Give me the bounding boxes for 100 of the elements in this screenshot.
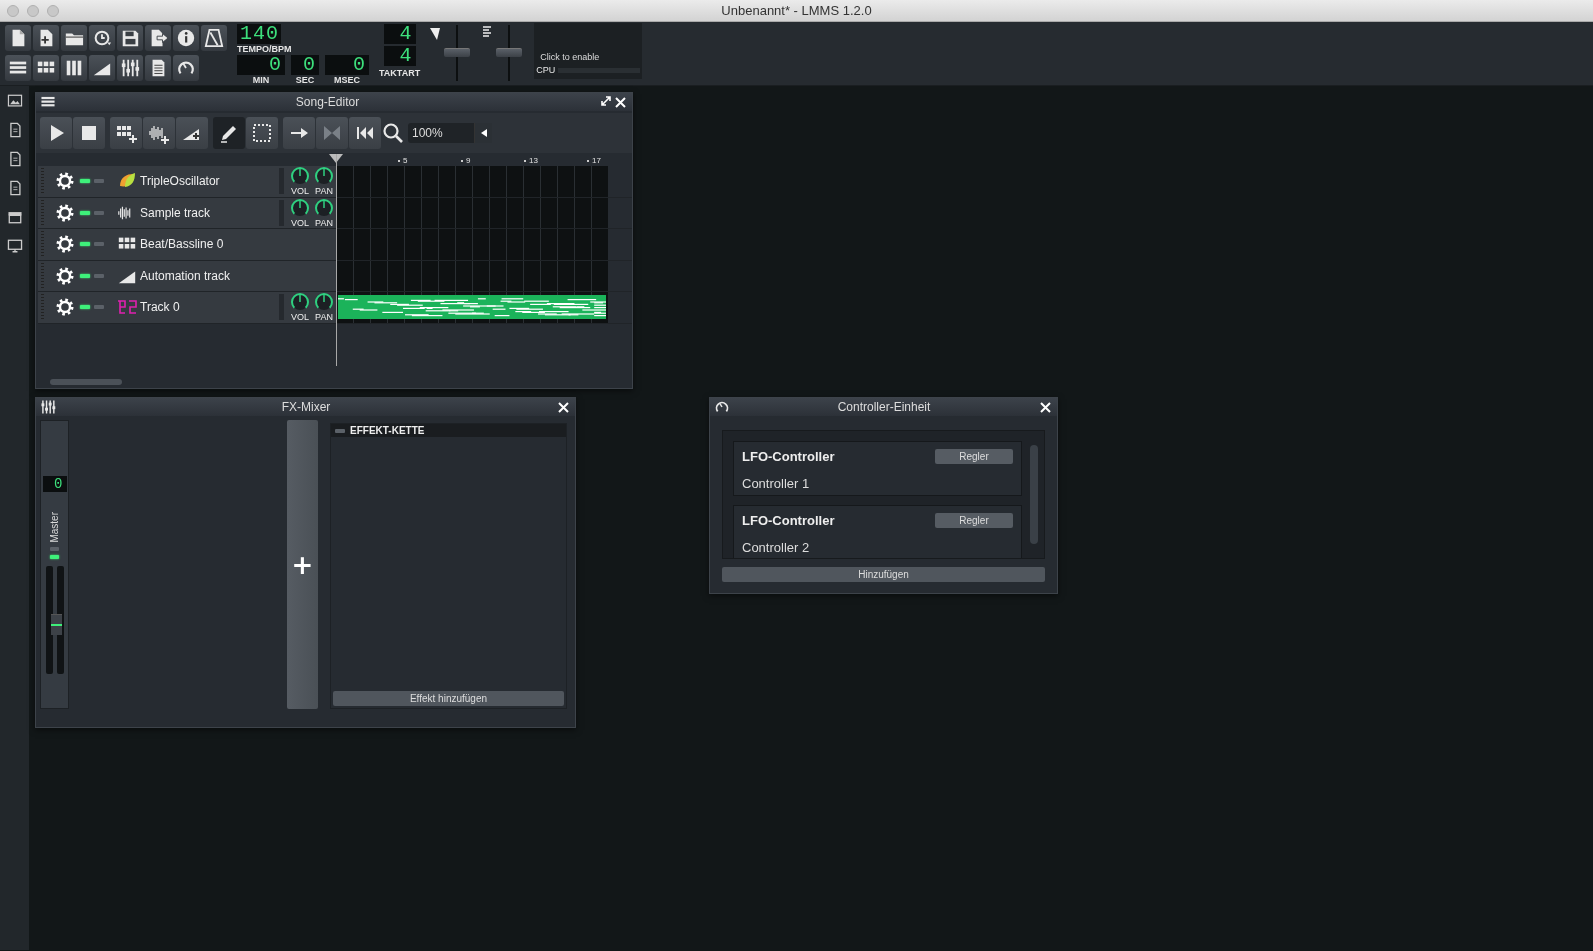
activity-indicator [279, 199, 284, 226]
knob[interactable] [314, 166, 334, 187]
save-button[interactable] [117, 25, 143, 51]
knob-label: VOL [291, 186, 309, 197]
controller-type: LFO-Controller [742, 513, 836, 530]
close-button[interactable] [1038, 399, 1053, 415]
bar-number: 9 [461, 156, 471, 166]
bar-number: 13 [524, 156, 538, 166]
add-controller-button[interactable]: Hinzufügen [722, 567, 1045, 582]
time-display: 0 [325, 55, 369, 75]
add-effect-button[interactable]: Effekt hinzufügen [333, 691, 564, 706]
track-name[interactable]: Sample track [140, 205, 279, 220]
pitch-icon [482, 25, 493, 39]
tempo-label: TEMPO/BPM [237, 44, 292, 54]
close-button[interactable] [613, 94, 628, 110]
song-editor-button[interactable] [5, 55, 31, 81]
play-button[interactable] [40, 117, 72, 149]
automation-editor-button[interactable] [89, 55, 115, 81]
recent-projects-button[interactable] [89, 25, 115, 51]
metronome-icon [204, 28, 224, 48]
save-icon [120, 28, 140, 48]
info-button[interactable] [173, 25, 199, 51]
knob[interactable] [314, 197, 334, 218]
export-button[interactable] [145, 25, 171, 51]
beat-editor-button[interactable] [33, 55, 59, 81]
selection-icon [251, 122, 273, 144]
close-button[interactable] [556, 399, 571, 415]
time-label: MSEC [334, 75, 360, 85]
mute-led[interactable] [80, 210, 90, 215]
knob-label: PAN [315, 217, 333, 228]
controller-type: LFO-Controller [742, 449, 836, 466]
time-signature-label: TAKTART [379, 68, 421, 78]
zoom-dropdown[interactable]: 100% [408, 123, 492, 143]
knob-label: VOL [291, 312, 309, 323]
search-icon [382, 122, 404, 144]
piano-roll-button[interactable] [61, 55, 87, 81]
effect-chain-led[interactable] [335, 428, 345, 433]
controller-rack-button[interactable] [173, 55, 199, 81]
pitch-slider[interactable] [496, 48, 523, 57]
fader-handle[interactable] [50, 613, 62, 635]
knob[interactable] [290, 197, 310, 218]
controller-name: Controller 2 [742, 540, 811, 557]
mute-led[interactable] [50, 554, 59, 559]
window-title: Controller-Einheit [837, 400, 931, 414]
close-icon [558, 401, 569, 413]
cpu-hint: Click to enable [539, 52, 601, 62]
cpu-meter[interactable]: Click to enable CPU [534, 23, 643, 79]
close-icon [615, 96, 626, 108]
mute-led[interactable] [80, 179, 90, 184]
effect-chain-title: EFFEKT-KETTE [350, 425, 425, 436]
time-signature-display: 4 [383, 46, 416, 66]
time-display: 0 [291, 55, 319, 75]
mute-led[interactable] [80, 242, 90, 247]
maximize-icon[interactable] [599, 94, 613, 108]
knob-label: PAN [315, 312, 333, 323]
draw-mode-button[interactable] [213, 117, 245, 149]
mute-led[interactable] [80, 273, 90, 278]
bar-number: 17 [587, 156, 601, 166]
time-label: MIN [252, 75, 270, 85]
window-title: FX-Mixer [281, 400, 331, 414]
follow-button[interactable] [283, 117, 315, 149]
add-channel-button[interactable]: + [287, 420, 318, 709]
knob[interactable] [290, 166, 310, 187]
mute-led[interactable] [80, 305, 90, 310]
bar-number: 5 [398, 156, 408, 166]
metronome-button[interactable] [201, 25, 227, 51]
mixer-icon [40, 399, 56, 415]
monitor-icon[interactable] [5, 237, 24, 255]
new-file-button[interactable] [5, 25, 31, 51]
new-from-template-button[interactable] [33, 25, 59, 51]
channel-name: Master [49, 512, 60, 543]
controller-name: Controller 1 [742, 476, 811, 493]
piano-icon [64, 58, 84, 78]
volume-slider[interactable] [444, 48, 471, 57]
track-name[interactable]: TripleOscillator [140, 174, 279, 189]
channel-number: 0 [42, 476, 67, 492]
open-folder-button[interactable] [61, 25, 87, 51]
volume-icon [430, 25, 441, 41]
knob[interactable] [314, 292, 334, 313]
time-display: 0 [237, 55, 285, 75]
info-icon [176, 28, 196, 48]
scrollbar-thumb[interactable] [50, 379, 122, 385]
stop-button[interactable] [73, 117, 105, 149]
mixer-channel[interactable]: 0 Master [40, 420, 69, 709]
fx-mixer-button[interactable] [117, 55, 143, 81]
time-label: SEC [295, 75, 315, 85]
knob[interactable] [290, 292, 310, 313]
track-name[interactable]: Track 0 [140, 300, 279, 315]
close-icon [1040, 401, 1051, 413]
knob-label: PAN [315, 186, 333, 197]
picture-icon[interactable] [5, 92, 24, 110]
scrollbar-thumb[interactable] [1030, 445, 1038, 544]
select-mode-button[interactable] [246, 117, 278, 149]
cpu-label: CPU [536, 65, 556, 75]
window-title: Song-Editor [295, 95, 360, 109]
sliders-icon [120, 58, 140, 78]
controls-button[interactable]: Regler [935, 513, 1013, 528]
rewind-button[interactable] [349, 117, 381, 149]
project-notes-button[interactable] [145, 55, 171, 81]
controls-button[interactable]: Regler [935, 449, 1013, 464]
